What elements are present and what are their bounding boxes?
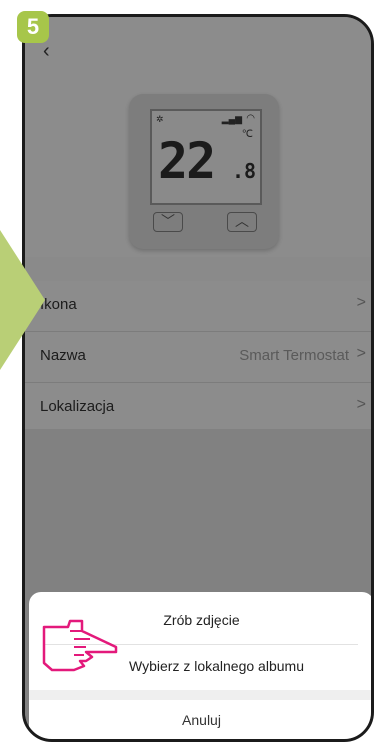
settings-row-lokalizacja[interactable]: Lokalizacja > [25, 383, 371, 434]
temperature-value: 22 [158, 132, 216, 190]
back-arrow-icon[interactable]: ‹ [43, 41, 50, 61]
cancel-button[interactable]: Anuluj [29, 712, 371, 728]
settings-label: Lokalizacja [40, 398, 115, 415]
settings-value: Smart Termostat [239, 347, 349, 364]
settings-row-ikona[interactable]: Ikona > [25, 281, 371, 332]
temperature-decimal: .8 [232, 159, 257, 183]
device-preview-area: ‹ ✲ ▂▄▆ ◠ ℃ 22 .8 ﹀ ︿ [25, 17, 371, 257]
signal-icon: ▂▄▆ [221, 114, 242, 124]
fan-icon: ✲ [156, 114, 164, 124]
pointing-hand-icon [42, 619, 118, 672]
step-number-badge: 5 [17, 11, 49, 43]
chevron-up-icon: ︿ [227, 212, 257, 232]
dim-overlay[interactable]: Zrób zdjęcie Wybierz z lokalnego albumu … [25, 429, 371, 739]
settings-label: Ikona [40, 296, 77, 313]
thermostat-image: ✲ ▂▄▆ ◠ ℃ 22 .8 ﹀ ︿ [129, 94, 279, 249]
section-gap [29, 690, 371, 700]
pointer-arrow-graphic [0, 230, 45, 370]
settings-label: Nazwa [40, 347, 86, 364]
chevron-right-icon: > [356, 396, 366, 413]
wifi-icon: ◠ [246, 113, 255, 124]
chevron-right-icon: > [356, 294, 366, 311]
chevron-down-icon: ﹀ [153, 212, 183, 232]
chevron-right-icon: > [356, 345, 366, 362]
settings-list: Ikona > Nazwa Smart Termostat > Lokaliza… [25, 281, 371, 434]
thermostat-display: ✲ ▂▄▆ ◠ ℃ 22 .8 [150, 109, 262, 205]
temperature-unit: ℃ [241, 129, 253, 140]
settings-row-nazwa[interactable]: Nazwa Smart Termostat > [25, 332, 371, 383]
